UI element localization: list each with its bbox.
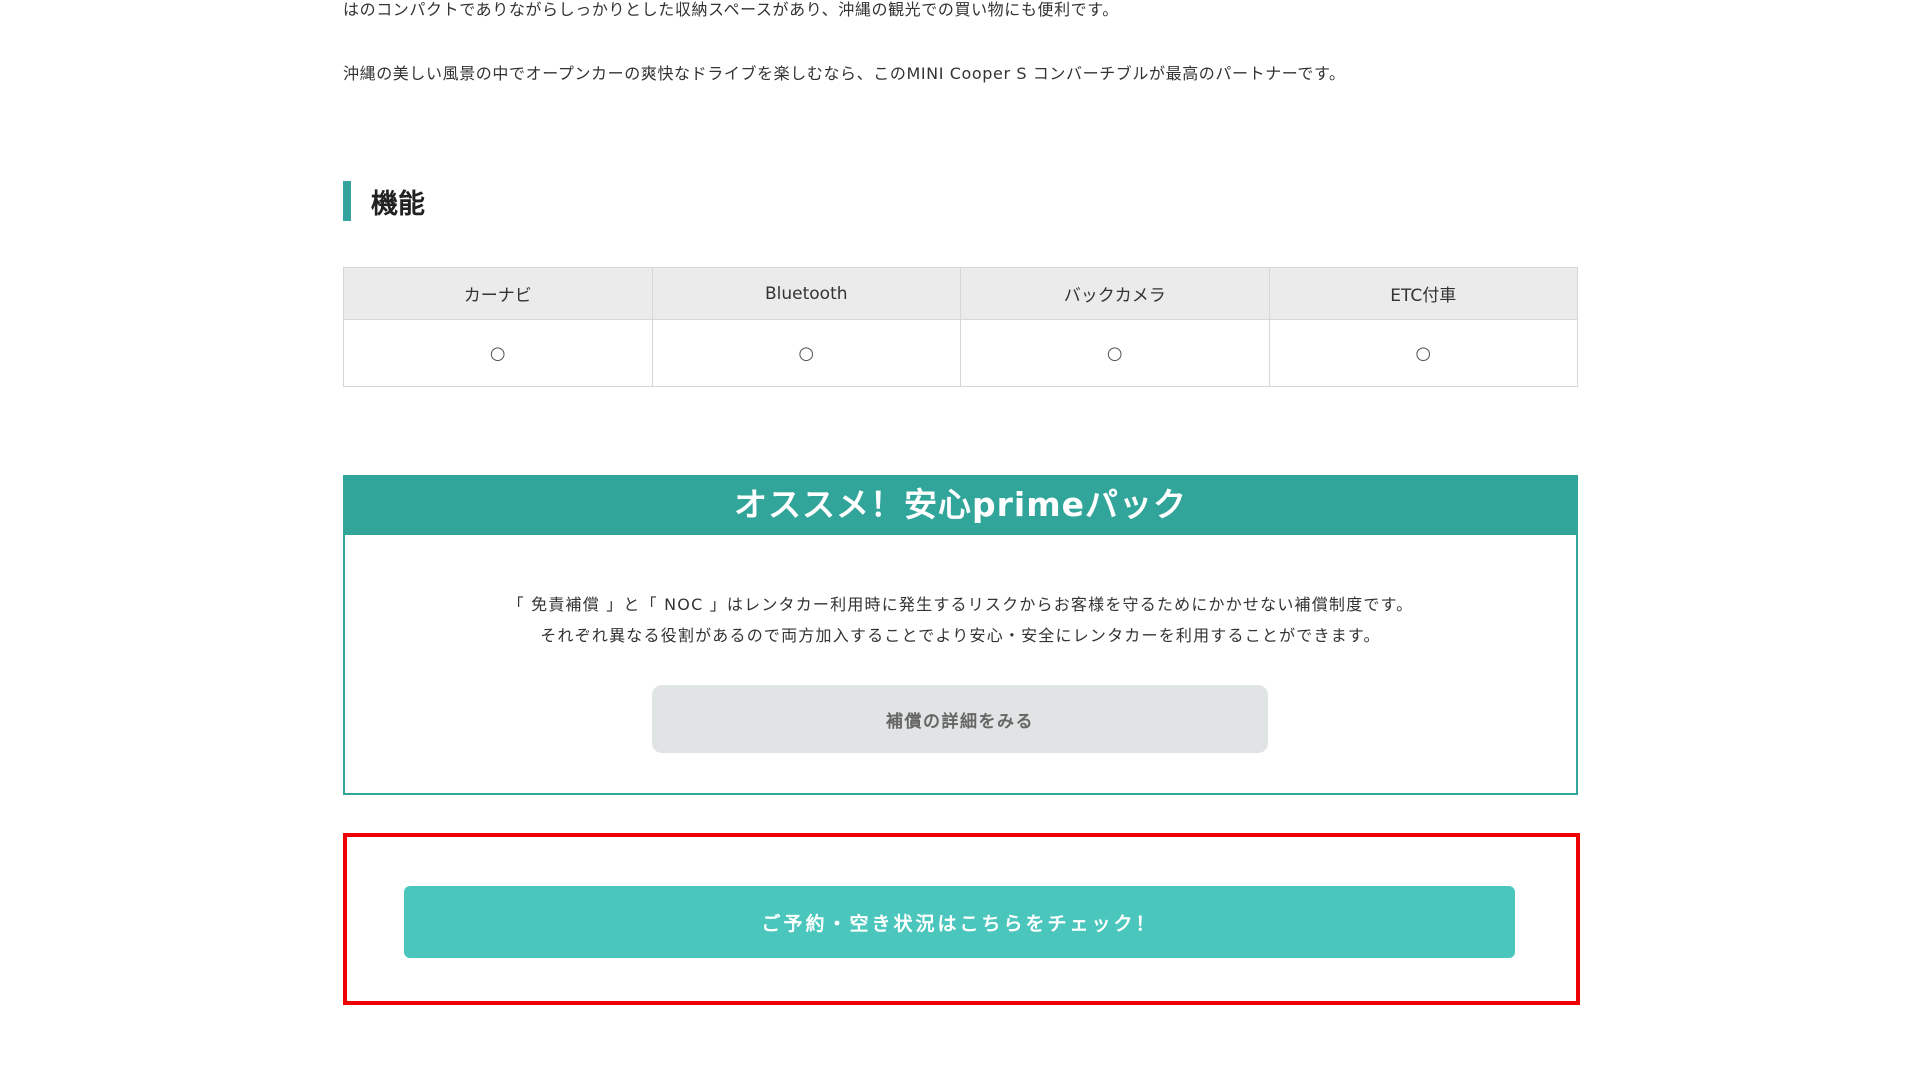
prime-pack-description: 「 免責補償 」と「 NOC 」はレンタカー利用時に発生するリスクからお客様を守… [345, 589, 1576, 651]
features-heading-title: 機能 [371, 188, 425, 220]
available-circle-icon: ○ [651, 319, 961, 387]
features-table-row: ○ ○ ○ ○ [343, 319, 1578, 387]
features-table-header-row: カーナビ Bluetooth バックカメラ ETC付車 [343, 267, 1578, 320]
prime-pack-box: オススメ！安心primeパック 「 免責補償 」と「 NOC 」はレンタカー利用… [343, 475, 1578, 795]
features-heading: 機能 [343, 181, 425, 221]
features-table: カーナビ Bluetooth バックカメラ ETC付車 ○ ○ ○ ○ [343, 267, 1578, 387]
features-column-header: Bluetooth [651, 267, 961, 320]
features-column-header: カーナビ [343, 267, 653, 320]
intro-paragraph: はのコンパクトでありながらしっかりとした収納スペースがあり、沖縄の観光での買い物… [343, 0, 1119, 19]
available-circle-icon: ○ [960, 319, 1270, 387]
cta-highlight-frame: ご予約・空き状況はこちらをチェック！ [343, 833, 1580, 1005]
prime-pack-description-line: それぞれ異なる役割があるので両方加入することでより安心・安全にレンタカーを利用す… [540, 626, 1381, 645]
available-circle-icon: ○ [343, 319, 653, 387]
available-circle-icon: ○ [1268, 319, 1578, 387]
check-availability-button[interactable]: ご予約・空き状況はこちらをチェック！ [404, 886, 1515, 958]
intro-paragraph: 沖縄の美しい風景の中でオープンカーの爽快なドライブを楽しむなら、このMINI C… [343, 64, 1346, 83]
coverage-details-button[interactable]: 補償の詳細をみる [652, 685, 1268, 753]
prime-pack-title: オススメ！安心primeパック [343, 475, 1578, 535]
features-column-header: ETC付車 [1268, 267, 1578, 320]
features-column-header: バックカメラ [960, 267, 1270, 320]
prime-pack-description-line: 「 免責補償 」と「 NOC 」はレンタカー利用時に発生するリスクからお客様を守… [507, 595, 1414, 614]
heading-accent-bar [343, 181, 351, 221]
